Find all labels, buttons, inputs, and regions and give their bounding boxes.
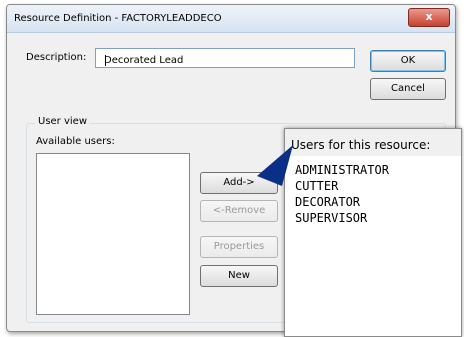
callout-arrow-icon bbox=[257, 145, 293, 186]
